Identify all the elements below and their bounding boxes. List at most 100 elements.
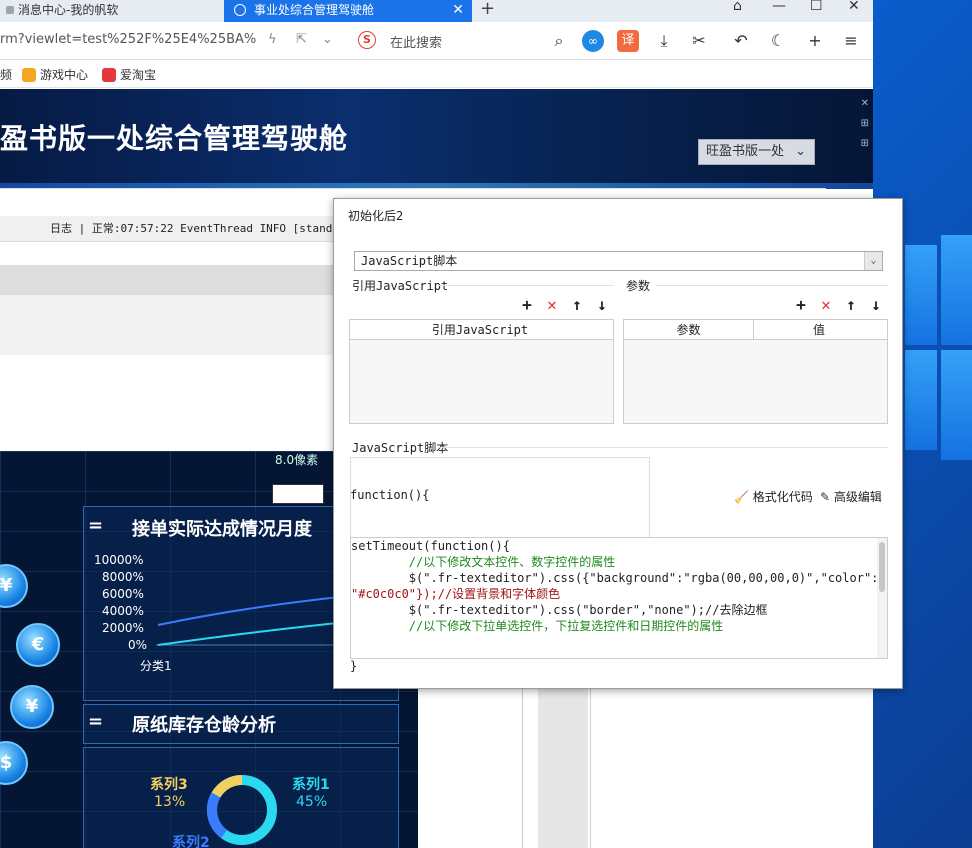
inventory-card: 系列3 13% 系列1 45% 系列2 <box>83 747 399 848</box>
donut-label: 系列1 <box>292 777 330 793</box>
globe-icon <box>234 4 246 16</box>
search-icon[interactable]: ⌕ <box>548 30 570 52</box>
code-line: setTimeout(function(){ <box>351 539 510 553</box>
translate-icon[interactable]: 译 <box>617 30 639 52</box>
params-table[interactable]: 参数 值 <box>623 319 888 424</box>
code-line: $(".fr-texteditor").css({"background":"r… <box>351 571 879 585</box>
divider <box>438 447 888 448</box>
donut-label: 系列2 <box>172 835 210 848</box>
function-footer: } <box>350 659 358 673</box>
download-icon[interactable]: ⤓ <box>653 30 675 52</box>
donut-slice-2 <box>207 792 228 838</box>
code-line: "#c0c0c0"});//设置背景和字体颜色 <box>351 587 561 601</box>
home-icon[interactable]: ⌂ <box>733 0 742 14</box>
search-input[interactable]: 在此搜索 <box>390 32 442 51</box>
chevron-down-icon: ⌄ <box>795 144 806 159</box>
card-title-prefix: = <box>88 515 104 536</box>
page-title: 盈书版一处综合管理驾驶舱 <box>0 122 349 155</box>
donut-label: 系列3 <box>150 777 188 793</box>
decoration-icon: ✕ ⊞ ⊞ <box>860 98 869 149</box>
card-title-prefix: = <box>88 711 104 732</box>
divider <box>438 285 614 286</box>
scroll-thumb[interactable] <box>879 542 885 592</box>
js-event-dialog: 初始化后2 JavaScript脚本 ⌄ 引用JavaScript 参数 + ✕… <box>333 198 903 689</box>
donut-value: 45% <box>296 794 328 810</box>
share-icon[interactable]: ⇱ <box>296 32 307 47</box>
code-line: $(".fr-texteditor").css("border","none")… <box>351 603 768 617</box>
selection-handle[interactable] <box>272 484 324 504</box>
move-up-param-button[interactable]: ↑ <box>843 295 859 314</box>
dashboard-banner: 盈书版一处综合管理驾驶舱 旺盈书版一处 ⌄ ✕ ⊞ ⊞ <box>0 89 873 189</box>
url-field[interactable]: rm?viewlet=test%252F%25E4%25BA% <box>0 32 256 47</box>
advanced-edit-button[interactable]: ✎ 高级编辑 <box>820 488 882 505</box>
inventory-card-header: = 原纸库存仓龄分析 <box>83 704 399 744</box>
y-tick-label: 4000% <box>102 604 144 618</box>
taobao-icon <box>102 68 116 82</box>
bookmark-item[interactable]: 频 <box>0 66 12 83</box>
bookmarks-bar: 频 游戏中心 爱淘宝 <box>0 60 873 88</box>
new-tab-button[interactable]: + <box>480 0 495 19</box>
y-tick-label: 0% <box>128 638 148 652</box>
chevron-down-icon: ⌄ <box>864 252 882 270</box>
move-down-param-button[interactable]: ↓ <box>868 295 884 314</box>
close-window-icon[interactable]: ✕ <box>848 0 860 14</box>
tab-dashboard[interactable]: 事业处综合管理驾驶舱 ✕ <box>224 0 472 22</box>
divider <box>656 285 888 286</box>
dropdown-chevron-icon[interactable]: ⌄ <box>322 32 333 47</box>
y-tick-label: 6000% <box>102 587 144 601</box>
x-axis-label: 分类1 <box>140 659 172 673</box>
delete-param-button[interactable]: ✕ <box>818 295 834 314</box>
script-section-label: JavaScript脚本 <box>352 441 449 455</box>
pixel-size-label: 8.0像素 <box>275 453 319 467</box>
bookmark-item-taobao[interactable]: 爱淘宝 <box>102 66 156 83</box>
y-tick-label: 2000% <box>102 621 144 635</box>
search-engine-icon[interactable]: S <box>358 31 376 49</box>
donut-value: 13% <box>154 794 186 810</box>
table-header: 引用JavaScript <box>350 320 613 340</box>
donut-slice-3 <box>211 774 243 798</box>
table-header: 参数 值 <box>624 320 887 340</box>
edit-icon: ✎ <box>820 490 831 504</box>
windows-logo <box>905 215 972 485</box>
tab-bar: 消息中心-我的帆软 事业处综合管理驾驶舱 ✕ + ⌂ — ☐ ✕ <box>0 0 873 22</box>
menu-icon[interactable]: ≡ <box>840 30 862 52</box>
infinity-icon[interactable]: ∞ <box>582 30 604 52</box>
code-editor[interactable]: setTimeout(function(){ //以下修改文本控件、数字控件的属… <box>350 537 888 659</box>
add-param-button[interactable]: + <box>793 295 809 314</box>
card-title: 原纸库存仓龄分析 <box>132 715 276 736</box>
company-dropdown[interactable]: 旺盈书版一处 ⌄ <box>698 139 815 165</box>
maximize-icon[interactable]: ☐ <box>810 0 823 14</box>
money-bag-icon: ¥ <box>10 685 54 729</box>
ref-js-section-label: 引用JavaScript <box>352 279 449 293</box>
move-down-ref-button[interactable]: ↓ <box>594 295 610 314</box>
delete-ref-button[interactable]: ✕ <box>544 295 560 314</box>
ref-js-table[interactable]: 引用JavaScript <box>349 319 614 424</box>
dialog-title: 初始化后2 <box>348 209 404 223</box>
column-header: 引用JavaScript <box>431 323 529 337</box>
y-tick-label: 8000% <box>102 570 144 584</box>
add-ref-button[interactable]: + <box>519 295 535 314</box>
minimize-icon[interactable]: — <box>772 0 786 14</box>
y-tick-label: 10000% <box>94 553 144 567</box>
tab-label: 消息中心-我的帆软 <box>18 3 119 17</box>
donut-chart <box>207 774 277 845</box>
close-tab-icon[interactable]: ✕ <box>452 0 464 20</box>
function-header: function(){ <box>350 488 430 502</box>
code-line: //以下修改文本控件、数字控件的属性 <box>351 555 616 569</box>
bolt-icon[interactable]: ϟ <box>268 32 277 47</box>
bookmark-item-game-center[interactable]: 游戏中心 <box>22 66 88 83</box>
tab-label: 事业处综合管理驾驶舱 <box>254 3 375 17</box>
address-bar: rm?viewlet=test%252F%25E4%25BA% ϟ ⇱ ⌄ S … <box>0 22 873 60</box>
column-header: 参数 <box>624 320 754 340</box>
euro-coin-icon: € <box>16 623 60 667</box>
code-scrollbar[interactable] <box>877 538 887 658</box>
scissors-icon[interactable]: ✂ <box>688 30 710 52</box>
script-type-select[interactable]: JavaScript脚本 ⌄ <box>354 251 883 271</box>
format-code-button[interactable]: 🧹 格式化代码 <box>734 488 813 505</box>
move-up-ref-button[interactable]: ↑ <box>569 295 585 314</box>
card-title: 接单实际达成情况月度 <box>132 519 312 540</box>
tab-message-center[interactable]: 消息中心-我的帆软 <box>0 0 224 22</box>
night-mode-icon[interactable]: ☾ <box>767 30 789 52</box>
add-icon[interactable]: + <box>804 30 826 52</box>
undo-icon[interactable]: ↶ <box>730 30 752 52</box>
